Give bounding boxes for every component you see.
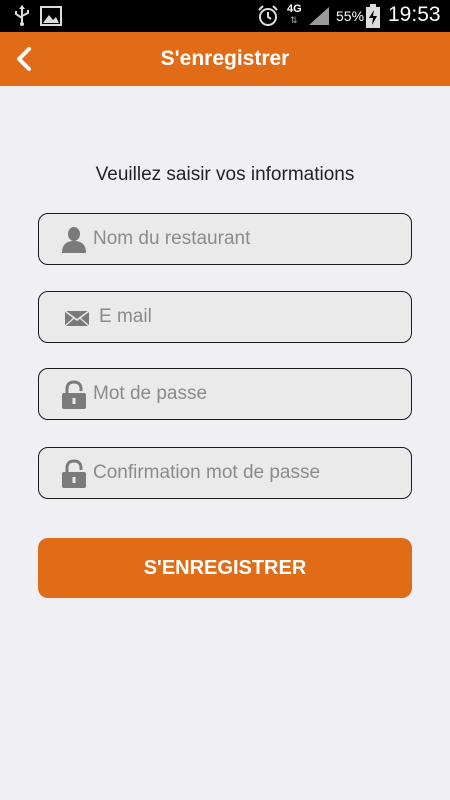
form-instructions: Veuillez saisir vos informations: [95, 164, 355, 185]
network-activity-icon: ⇅: [290, 15, 298, 25]
signal-icon: [309, 7, 329, 25]
lock-icon: [62, 459, 86, 488]
register-button[interactable]: S'ENREGISTRER: [38, 538, 412, 598]
app-bar: S'enregistrer: [0, 32, 450, 86]
network-type: 4G: [287, 3, 302, 15]
lock-icon: [62, 380, 86, 409]
clock: 19:53: [388, 3, 441, 26]
email-field[interactable]: [38, 291, 412, 343]
user-icon: [62, 227, 86, 253]
status-bar: 4G ⇅ 55% 19:53: [0, 0, 450, 32]
page-title: S'enregistrer: [160, 47, 290, 70]
battery-charging-icon: [366, 4, 380, 28]
mail-icon: [64, 310, 90, 327]
confirm-password-input[interactable]: [93, 448, 403, 498]
restaurant-name-field[interactable]: [38, 213, 412, 265]
confirm-password-field[interactable]: [38, 447, 412, 499]
password-field[interactable]: [38, 368, 412, 420]
email-input[interactable]: [99, 292, 409, 342]
image-icon: [40, 6, 62, 26]
usb-icon: [15, 5, 29, 26]
battery-percentage: 55%: [336, 8, 365, 24]
restaurant-name-input[interactable]: [93, 214, 403, 264]
alarm-icon: [258, 5, 278, 26]
password-input[interactable]: [93, 369, 403, 419]
